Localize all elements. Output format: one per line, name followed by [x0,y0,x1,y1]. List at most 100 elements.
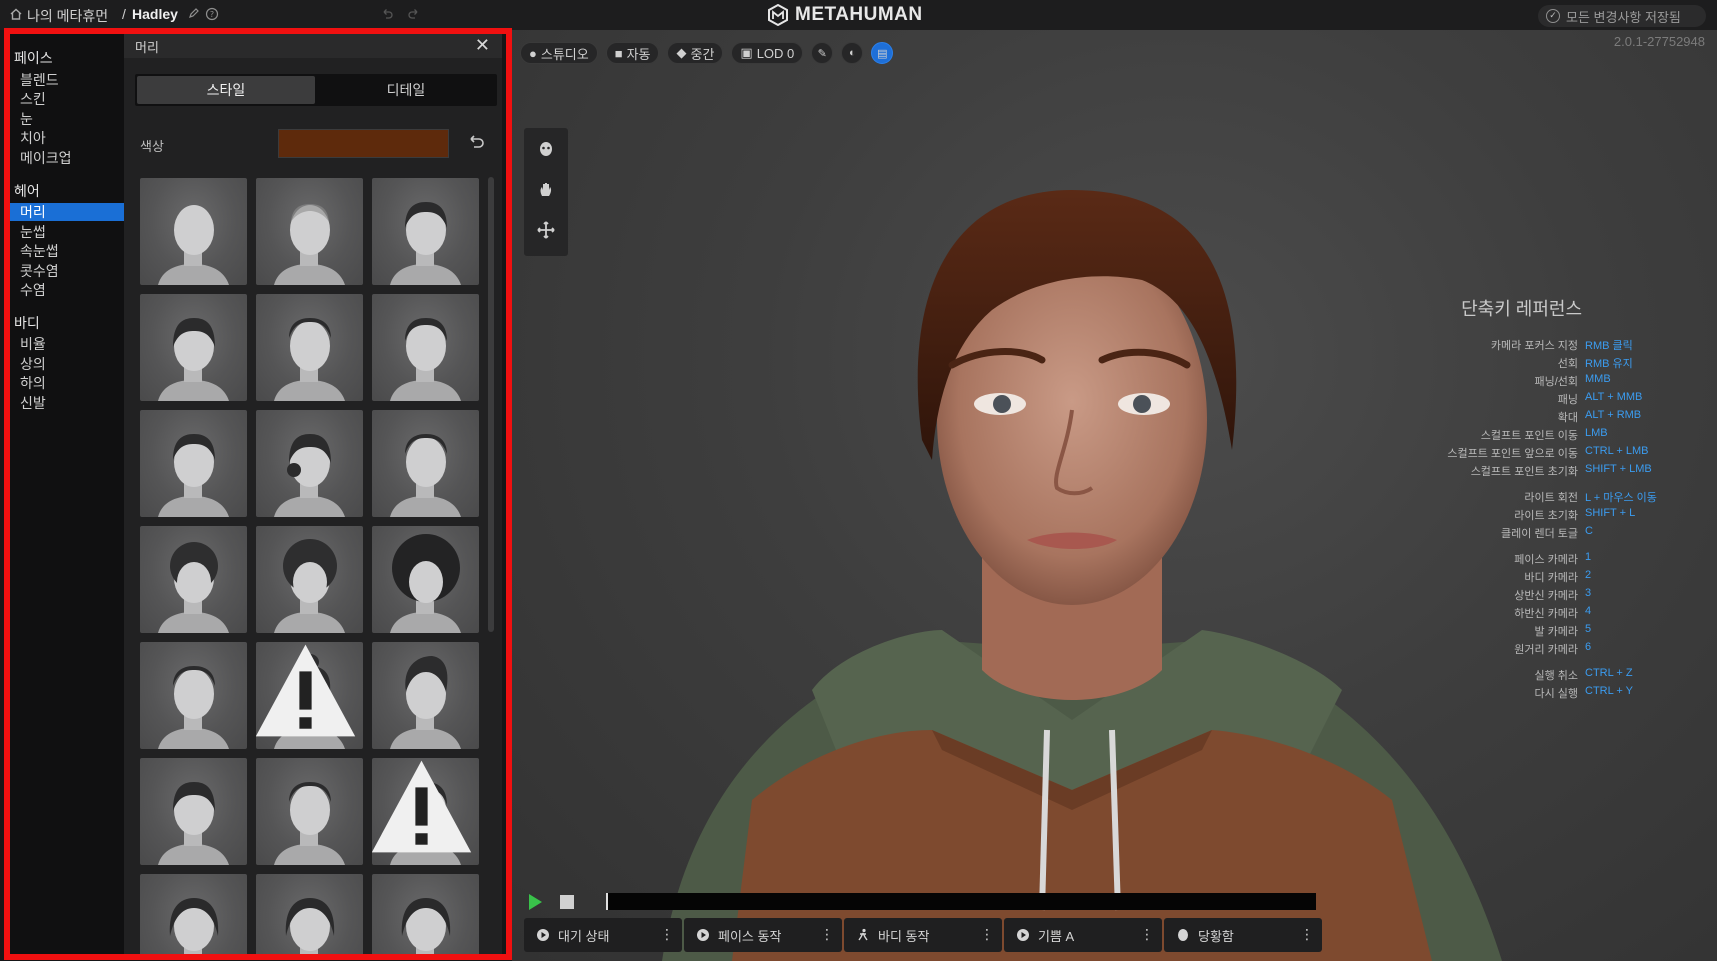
check-circle-icon: ✓ [1546,9,1560,23]
nav-item-eyes[interactable]: 눈 [8,110,124,128]
shortcut-label: 하반신 카메라 [1514,608,1578,620]
clay-render-icon[interactable]: ◐ [841,42,864,64]
nav-group-body[interactable]: 바디 [14,313,40,333]
face-icon [1178,929,1188,941]
nav-item-bottom[interactable]: 하의 [8,374,124,392]
nav-item-proportions[interactable]: 비율 [8,335,124,353]
hairstyle-thumbnail[interactable] [140,874,247,958]
face-sculpt-icon[interactable] [534,138,558,162]
shortcut-key: 2 [1585,569,1592,581]
tab-detail[interactable]: 디테일 [317,76,495,104]
hairstyle-thumbnail[interactable] [372,874,479,958]
animation-label: 바디 동작 [878,928,930,944]
hairstyle-thumbnail[interactable] [140,758,247,865]
animation-button[interactable]: 당황함 ⋮ [1164,918,1322,952]
hairstyle-thumbnail[interactable] [256,526,363,633]
nav-item-makeup[interactable]: 메이크업 [8,149,124,167]
nav-item-eyelashes[interactable]: 속눈썹 [8,242,124,260]
shortcut-label: 원거리 카메라 [1514,644,1578,656]
shortcut-key: MMB [1585,373,1611,385]
timeline-track[interactable] [606,893,1316,910]
nav-group-hair[interactable]: 헤어 [14,181,40,201]
nav-item-teeth[interactable]: 치아 [8,129,124,147]
shortcut-row: 발 카메라 5 [1292,623,1717,639]
timeline-playhead[interactable] [606,893,608,910]
metahuman-logo: METAHUMAN [767,4,923,26]
animation-button[interactable]: 기쁨 A ⋮ [1004,918,1162,952]
hairstyle-thumbnail[interactable] [256,642,363,749]
hairstyle-thumbnail[interactable] [256,874,363,958]
more-options-icon[interactable]: ⋮ [660,926,674,943]
hairstyle-thumbnail[interactable] [372,526,479,633]
shortcut-label: 스컬프트 포인트 초기화 [1470,466,1578,478]
shortcut-key: ALT + RMB [1585,409,1642,421]
hair-color-swatch[interactable] [278,129,449,158]
play-icon[interactable] [526,893,544,911]
hairstyle-thumbnail[interactable] [140,294,247,401]
hairstyle-thumbnail[interactable] [256,178,363,285]
version-label: 2.0.1-27752948 [1613,34,1705,49]
hairstyle-thumbnail[interactable] [256,410,363,517]
hairstyle-thumbnail[interactable] [256,758,363,865]
viewport-toolbar: ● 스튜디오 ■ 자동 ◆ 중간 ▣ LOD 0 ✎ ◐ ▤ [520,42,894,64]
hairstyle-thumbnail[interactable] [140,410,247,517]
shortcut-key: CTRL + Y [1585,685,1633,697]
shortcut-key: SHIFT + L [1585,507,1636,519]
animation-timeline: 대기 상태 ⋮ 페이스 동작 ⋮ 바디 동작 ⋮ 기쁨 A ⋮ 당황함 ⋮ [512,885,1327,961]
hairstyle-thumbnail[interactable] [140,178,247,285]
home-icon[interactable] [8,7,24,23]
animation-button[interactable]: 바디 동작 ⋮ [844,918,1002,952]
shortcut-label: 상반신 카메라 [1514,590,1578,602]
move-hand-icon[interactable] [534,178,558,202]
help-icon[interactable]: ? [204,7,220,23]
more-options-icon[interactable]: ⋮ [820,926,834,943]
nav-group-face[interactable]: 페이스 [14,48,53,68]
more-options-icon[interactable]: ⋮ [1300,926,1314,943]
quality-button[interactable]: ◆ 중간 [667,42,724,64]
keyboard-icon[interactable]: ▤ [871,42,894,64]
hairstyle-thumbnail[interactable] [372,178,479,285]
diamond-icon: ◆ [676,45,687,60]
close-icon[interactable]: ✕ [475,35,490,56]
animation-button[interactable]: 대기 상태 ⋮ [524,918,682,952]
nav-item-eyebrows[interactable]: 눈썹 [8,223,124,241]
more-options-icon[interactable]: ⋮ [1140,926,1154,943]
nav-item-beard[interactable]: 수염 [8,281,124,299]
camera-auto-button[interactable]: ■ 자동 [605,42,660,64]
nav-item-shoes[interactable]: 신발 [8,394,124,412]
shortcut-key: L + 마우스 이동 [1585,492,1657,504]
nav-item-head-hair[interactable]: 머리 [8,203,124,221]
hairstyle-thumbnail[interactable] [372,410,479,517]
nav-item-mustache[interactable]: 콧수염 [8,262,124,280]
edit-name-icon[interactable] [186,7,202,23]
hairstyle-thumbnail[interactable] [140,642,247,749]
brush-icon[interactable]: ✎ [811,42,834,64]
nav-item-skin[interactable]: 스킨 [8,90,124,108]
panel-scrollbar[interactable] [488,177,494,632]
lighting-studio-button[interactable]: ● 스튜디오 [520,42,598,64]
hairstyle-thumbnail[interactable] [372,758,479,865]
nav-item-top[interactable]: 상의 [8,355,124,373]
redo-icon[interactable] [406,7,422,23]
hairstyle-thumbnail[interactable] [372,642,479,749]
pan-arrows-icon[interactable] [534,218,558,242]
save-status-button[interactable]: ✓ 모든 변경사항 저장됨 [1538,5,1706,27]
hairstyle-thumbnail[interactable] [256,294,363,401]
shortcut-row: 실행 취소 CTRL + Z [1292,667,1717,683]
hairstyle-thumbnail[interactable] [372,294,479,401]
reset-color-button[interactable] [464,130,488,154]
shortcut-key: LMB [1585,427,1608,439]
head-preview-icon [158,434,229,517]
more-options-icon[interactable]: ⋮ [980,926,994,943]
character-viewport[interactable]: ● 스튜디오 ■ 자동 ◆ 중간 ▣ LOD 0 ✎ ◐ ▤ 2.0.1-277… [512,30,1717,961]
breadcrumb-home[interactable]: 나의 메타휴먼 [27,6,108,26]
lod-button[interactable]: ▣ LOD 0 [731,42,804,64]
animation-label: 당황함 [1198,928,1234,944]
tab-style[interactable]: 스타일 [137,76,315,104]
stop-icon[interactable] [560,895,574,909]
nav-item-blend[interactable]: 블렌드 [8,71,124,89]
head-preview-icon [158,318,229,401]
undo-icon[interactable] [379,7,395,23]
animation-button[interactable]: 페이스 동작 ⋮ [684,918,842,952]
hairstyle-thumbnail[interactable] [140,526,247,633]
